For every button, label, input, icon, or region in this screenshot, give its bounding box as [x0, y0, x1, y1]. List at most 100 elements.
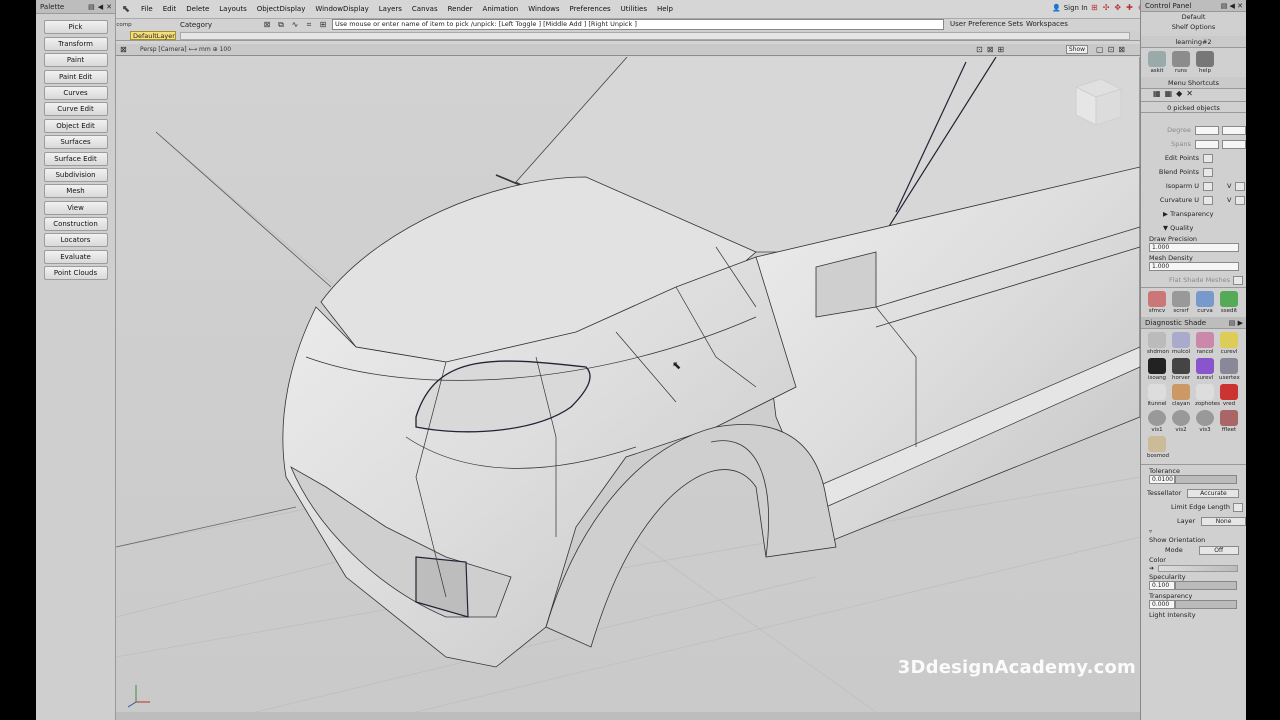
palette-surfaces[interactable]: Surfaces: [43, 135, 108, 150]
pick-surface-icon[interactable]: ⌗: [302, 20, 316, 30]
snap-curve-icon[interactable]: ✥: [1114, 3, 1121, 12]
palette-mesh[interactable]: Mesh: [43, 184, 108, 199]
default-layer-chip[interactable]: DefaultLayer: [130, 31, 176, 40]
menu-preferences[interactable]: Preferences: [564, 5, 615, 13]
tessellator-dropdown[interactable]: Accurate: [1187, 488, 1240, 498]
palette-evaluate[interactable]: Evaluate: [43, 249, 108, 264]
snap-icon[interactable]: ✣: [1103, 3, 1110, 12]
category-label[interactable]: Category: [132, 21, 260, 29]
pan-icon[interactable]: ⊠: [987, 45, 994, 54]
menu-objectdisplay[interactable]: ObjectDisplay: [252, 5, 311, 13]
quality-section[interactable]: ▼ Quality: [1141, 221, 1246, 235]
menu-file[interactable]: File: [136, 5, 158, 13]
view-cube[interactable]: [1074, 78, 1123, 126]
diag-mulcol[interactable]: mulcol: [1171, 332, 1191, 355]
transparency-field[interactable]: 0.000: [1149, 600, 1175, 609]
preset-dropdown[interactable]: Default: [1141, 12, 1246, 22]
color-slider[interactable]: [1158, 565, 1239, 572]
diag-ffleet[interactable]: ffleet: [1219, 410, 1239, 433]
palette-curve-edit[interactable]: Curve Edit: [43, 102, 108, 117]
tolerance-slider[interactable]: [1175, 475, 1237, 484]
palette-transform[interactable]: Transform: [43, 36, 108, 51]
diag-bosmod[interactable]: bosmod: [1147, 436, 1169, 459]
diag-curevl[interactable]: curevl: [1219, 332, 1239, 355]
flat-shade-checkbox[interactable]: [1233, 275, 1244, 285]
diag-isoang[interactable]: isoang: [1147, 358, 1167, 381]
palette-surface-edit[interactable]: Surface Edit: [43, 151, 108, 166]
specularity-field[interactable]: 0.100: [1149, 581, 1175, 590]
menu-render[interactable]: Render: [443, 5, 478, 13]
shelf-options-menu[interactable]: Shelf Options: [1141, 22, 1246, 32]
pick-object-icon[interactable]: ⊠: [260, 20, 274, 30]
transparency-section[interactable]: ▶ Transparency: [1141, 207, 1246, 221]
palette-locators[interactable]: Locators: [43, 233, 108, 248]
viewport-close-icon[interactable]: ⊠: [120, 45, 127, 54]
menu-windows[interactable]: Windows: [523, 5, 564, 13]
sign-in-button[interactable]: 👤 Sign In: [1052, 4, 1088, 12]
shelf-tool-ssedit[interactable]: ssedit: [1219, 291, 1239, 314]
menu-delete[interactable]: Delete: [181, 5, 214, 13]
maximize-icon[interactable]: ▢: [1096, 45, 1104, 54]
isoparm-u-checkbox[interactable]: [1203, 181, 1213, 191]
close-viewport-icon[interactable]: ⊠: [1118, 45, 1125, 54]
diag-surevl[interactable]: surevl: [1195, 358, 1215, 381]
palette-point-clouds[interactable]: Point Clouds: [43, 266, 108, 281]
menu-utilities[interactable]: Utilities: [616, 5, 652, 13]
menu-shortcuts-tab[interactable]: Menu Shortcuts: [1141, 77, 1246, 89]
palette-pick[interactable]: Pick: [43, 20, 108, 35]
curvature-v-checkbox[interactable]: [1235, 195, 1246, 205]
shortcut-3-icon[interactable]: ◆: [1176, 89, 1182, 101]
shelf-tool-sfmcv[interactable]: sfmcv: [1147, 291, 1167, 314]
limit-edge-checkbox[interactable]: [1233, 502, 1244, 512]
curvature-u-checkbox[interactable]: [1203, 195, 1213, 205]
palette-paint[interactable]: Paint: [43, 53, 108, 68]
diag-usertex[interactable]: usertex: [1219, 358, 1240, 381]
shortcut-4-icon[interactable]: ✕: [1186, 89, 1193, 101]
edit-points-checkbox[interactable]: [1203, 153, 1213, 163]
palette-close-icon[interactable]: ✕: [106, 3, 112, 11]
palette-menu-icon[interactable]: ▤: [88, 3, 95, 11]
shortcut-1-icon[interactable]: ▦: [1153, 89, 1161, 101]
menu-canvas[interactable]: Canvas: [407, 5, 443, 13]
show-button[interactable]: Show: [1066, 45, 1088, 54]
control-panel-controls-icon[interactable]: ▤ ◀ ✕: [1221, 0, 1243, 12]
shelf-tool-curva[interactable]: curva: [1195, 291, 1215, 314]
mesh-density-field[interactable]: 1.000: [1149, 262, 1239, 271]
diag-vred[interactable]: vred: [1219, 384, 1239, 407]
transparency-slider[interactable]: [1175, 600, 1237, 609]
isoparm-v-checkbox[interactable]: [1235, 181, 1246, 191]
perspective-viewport[interactable]: ⬉ 3DdesignAcademy.com: [116, 57, 1140, 712]
blend-points-checkbox[interactable]: [1203, 167, 1213, 177]
user-preference-sets-menu[interactable]: User Preference Sets: [950, 20, 1023, 28]
color-picker-icon[interactable]: ➔: [1149, 565, 1154, 572]
diag-horver[interactable]: horver: [1171, 358, 1191, 381]
palette-paint-edit[interactable]: Paint Edit: [43, 69, 108, 84]
shelf-tab-learning[interactable]: learning#2: [1175, 38, 1211, 46]
shelf-tool-runs[interactable]: runs: [1171, 51, 1191, 74]
shelf-tool-help[interactable]: help: [1195, 51, 1215, 74]
menu-animation[interactable]: Animation: [478, 5, 524, 13]
diag-clayan[interactable]: clayan: [1171, 384, 1191, 407]
diag-rancol[interactable]: rancol: [1195, 332, 1215, 355]
picked-objects-dropdown[interactable]: 0 picked objects: [1141, 101, 1246, 113]
menu-edit[interactable]: Edit: [158, 5, 182, 13]
menu-windowdisplay[interactable]: WindowDisplay: [310, 5, 373, 13]
menu-layouts[interactable]: Layouts: [214, 5, 251, 13]
specularity-slider[interactable]: [1175, 581, 1237, 590]
palette-curves[interactable]: Curves: [43, 85, 108, 100]
grid-icon[interactable]: ⊞: [1091, 3, 1098, 12]
palette-object-edit[interactable]: Object Edit: [43, 118, 108, 133]
pick-component-icon[interactable]: ⧉: [274, 20, 288, 30]
diag-zophotes[interactable]: zophotes: [1195, 384, 1220, 407]
shelf-tool-askit[interactable]: askit: [1147, 51, 1167, 74]
pick-tool-icon[interactable]: ⬉: [116, 0, 136, 18]
pick-curve-icon[interactable]: ∿: [288, 20, 302, 30]
tumble-icon[interactable]: ⊡: [976, 45, 983, 54]
palette-subdivision[interactable]: Subdivision: [43, 167, 108, 182]
shelf-tool-scrsrf[interactable]: scrsrf: [1171, 291, 1191, 314]
diag-vis1[interactable]: vis1: [1147, 410, 1167, 433]
menu-help[interactable]: Help: [652, 5, 678, 13]
mode-dropdown[interactable]: Off: [1198, 545, 1239, 555]
prompt-line-input[interactable]: Use mouse or enter name of item to pick …: [332, 19, 944, 30]
palette-construction[interactable]: Construction: [43, 217, 108, 232]
